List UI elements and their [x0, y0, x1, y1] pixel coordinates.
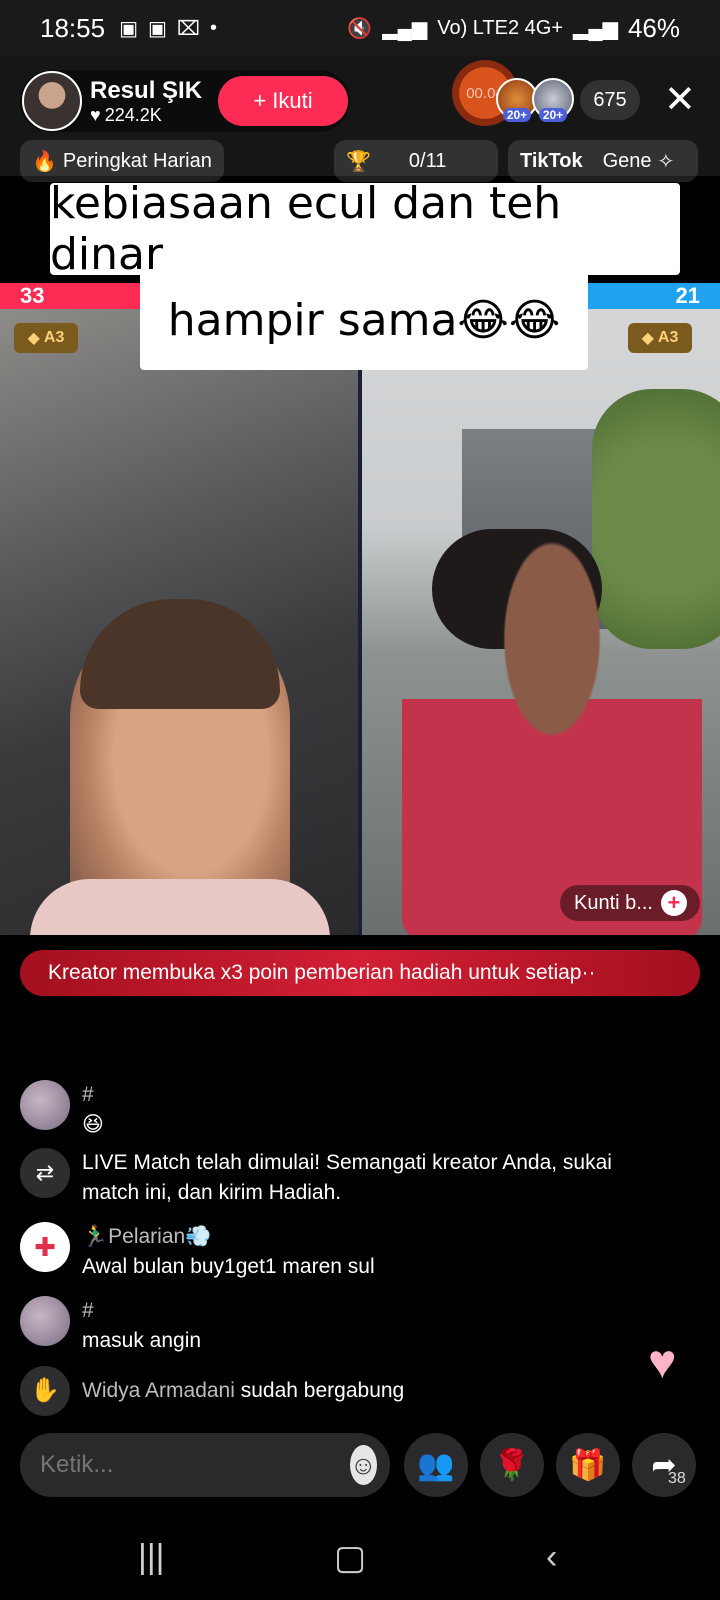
battery-level: 46%	[627, 12, 680, 43]
comment-item: # masuk angin	[20, 1296, 201, 1356]
guest-name: Kunti b...	[574, 891, 653, 914]
people-icon: 👥	[417, 1448, 455, 1482]
tiktok-tag[interactable]: TikTok Gene ✧	[508, 140, 698, 182]
dot-icon: •	[209, 16, 217, 39]
comment-text: Awal bulan buy1get1 maren sul	[82, 1255, 375, 1278]
video-icon: ▣	[119, 17, 138, 40]
follow-button[interactable]: + Ikuti	[218, 76, 348, 126]
gem-icon: ✧	[657, 150, 675, 173]
tiktok-label: TikTok	[520, 149, 583, 172]
commenter-avatar[interactable]: ✚	[20, 1222, 70, 1272]
host-likes-count: 224.2K	[104, 104, 162, 125]
fire-icon: 🔥	[32, 150, 57, 173]
viewer-count[interactable]: 675	[580, 80, 640, 120]
commenter-name: #	[82, 1083, 94, 1106]
gene-label: Gene	[602, 149, 652, 172]
wave-icon: ✋	[20, 1366, 70, 1416]
rose-gift-button[interactable]: 🌹	[480, 1433, 544, 1497]
share-count: 38	[668, 1470, 686, 1487]
comment-input-bar[interactable]: ☺	[20, 1433, 390, 1497]
host-video[interactable]	[0, 309, 358, 935]
host-likes: ♥ 224.2K	[90, 105, 202, 126]
network-label: Vo) LTE2 4G+	[437, 16, 564, 39]
heart-icon: ♥	[90, 104, 101, 125]
close-icon[interactable]: ✕	[664, 80, 696, 120]
comment-text: masuk angin	[82, 1329, 202, 1352]
guest-person	[402, 539, 702, 935]
status-time: 18:55	[40, 12, 106, 43]
comment-text: LIVE Match telah dimulai! Semangati krea…	[82, 1151, 612, 1204]
comment-item: ✚ 🏃‍♂️Pelarian💨 Awal bulan buy1get1 mare…	[20, 1222, 375, 1282]
daily-ranking-label: Peringkat Harian	[62, 149, 212, 172]
diamond-icon: ◆	[27, 330, 40, 347]
diamond-icon: ◆	[641, 330, 654, 347]
viewer-level-badge: 20+	[502, 108, 532, 122]
commenter-avatar[interactable]	[20, 1296, 70, 1346]
gift-notice-banner[interactable]: Kreator membuka x3 poin pemberian hadiah…	[20, 950, 700, 996]
caption-line-2: hampir sama😂😂	[140, 270, 588, 370]
home-icon[interactable]: ▢	[334, 1538, 366, 1578]
left-rank-badge: ◆ A3	[14, 323, 78, 353]
host-shirt	[30, 879, 330, 935]
signal-icon: ▂▄▆	[382, 17, 428, 40]
trophy-icon: 🏆	[346, 150, 371, 173]
viewer-level-badge: 20+	[538, 108, 568, 122]
signal-icon: ▂▄▆	[573, 17, 618, 40]
multi-guest-button[interactable]: 👥	[404, 1433, 468, 1497]
viewer-avatar[interactable]: 20+	[532, 78, 574, 122]
back-icon[interactable]: ‹	[546, 1538, 557, 1577]
join-notice: ✋ Widya Armadani sudah bergabung	[20, 1366, 404, 1416]
gift-icon: 🎁	[569, 1448, 607, 1482]
host-info: Resul ŞIK ♥ 224.2K	[90, 77, 202, 126]
host-hair	[80, 599, 280, 709]
joined-text: sudah bergabung	[240, 1379, 405, 1402]
right-team-score: 21	[588, 283, 720, 309]
capcut-icon: ⌧	[176, 17, 200, 40]
host-avatar[interactable]	[22, 71, 82, 131]
right-rank-label: A3	[657, 329, 679, 346]
share-button[interactable]: ➦	[632, 1433, 696, 1497]
commenter-name: #	[82, 1299, 94, 1322]
host-name: Resul ŞIK	[90, 76, 203, 104]
system-nav-bar: ||| ▢ ‹	[0, 1520, 720, 1600]
daily-ranking-tag[interactable]: 🔥 Peringkat Harian	[20, 140, 224, 182]
goal-progress: 0/11	[408, 149, 447, 172]
comment-input[interactable]	[40, 1451, 350, 1479]
status-left-icons: ▣ ▣ ⌧ •	[119, 16, 217, 41]
guest-video[interactable]	[362, 309, 720, 935]
rose-icon: 🌹	[493, 1448, 531, 1482]
comment-text: 😆	[82, 1113, 104, 1136]
comment-item: # 😆	[20, 1080, 104, 1140]
comment-item: ⇄ LIVE Match telah dimulai! Semangati kr…	[20, 1148, 662, 1208]
left-rank-label: A3	[43, 329, 65, 346]
caption-line-1: kebiasaan ecul dan teh dinar	[50, 178, 680, 280]
plus-icon[interactable]: +	[660, 890, 687, 916]
left-team-score: 33	[0, 283, 140, 309]
recent-apps-icon[interactable]: |||	[138, 1538, 165, 1577]
guest-name-tag[interactable]: Kunti b... +	[560, 885, 700, 921]
heart-icon: ♥	[648, 1336, 677, 1389]
commenter-avatar[interactable]	[20, 1080, 70, 1130]
status-right-icons: 🔇 ▂▄▆ Vo) LTE2 4G+ ▂▄▆ 46%	[347, 13, 680, 44]
commenter-name: 🏃‍♂️Pelarian💨	[82, 1225, 212, 1248]
mute-icon: 🔇	[347, 17, 373, 40]
right-rank-badge: ◆ A3	[628, 323, 692, 353]
video-icon: ▣	[147, 17, 167, 40]
goal-tag[interactable]: 🏆 0/11	[334, 140, 498, 182]
emoji-icon[interactable]: ☺	[350, 1445, 377, 1485]
match-icon: ⇄	[20, 1148, 70, 1198]
gift-button[interactable]: 🎁	[556, 1433, 620, 1497]
status-bar: 18:55 ▣ ▣ ⌧ • 🔇 ▂▄▆ Vo) LTE2 4G+ ▂▄▆ 46%	[0, 0, 720, 56]
joined-user-name: Widya Armadani	[82, 1379, 235, 1402]
